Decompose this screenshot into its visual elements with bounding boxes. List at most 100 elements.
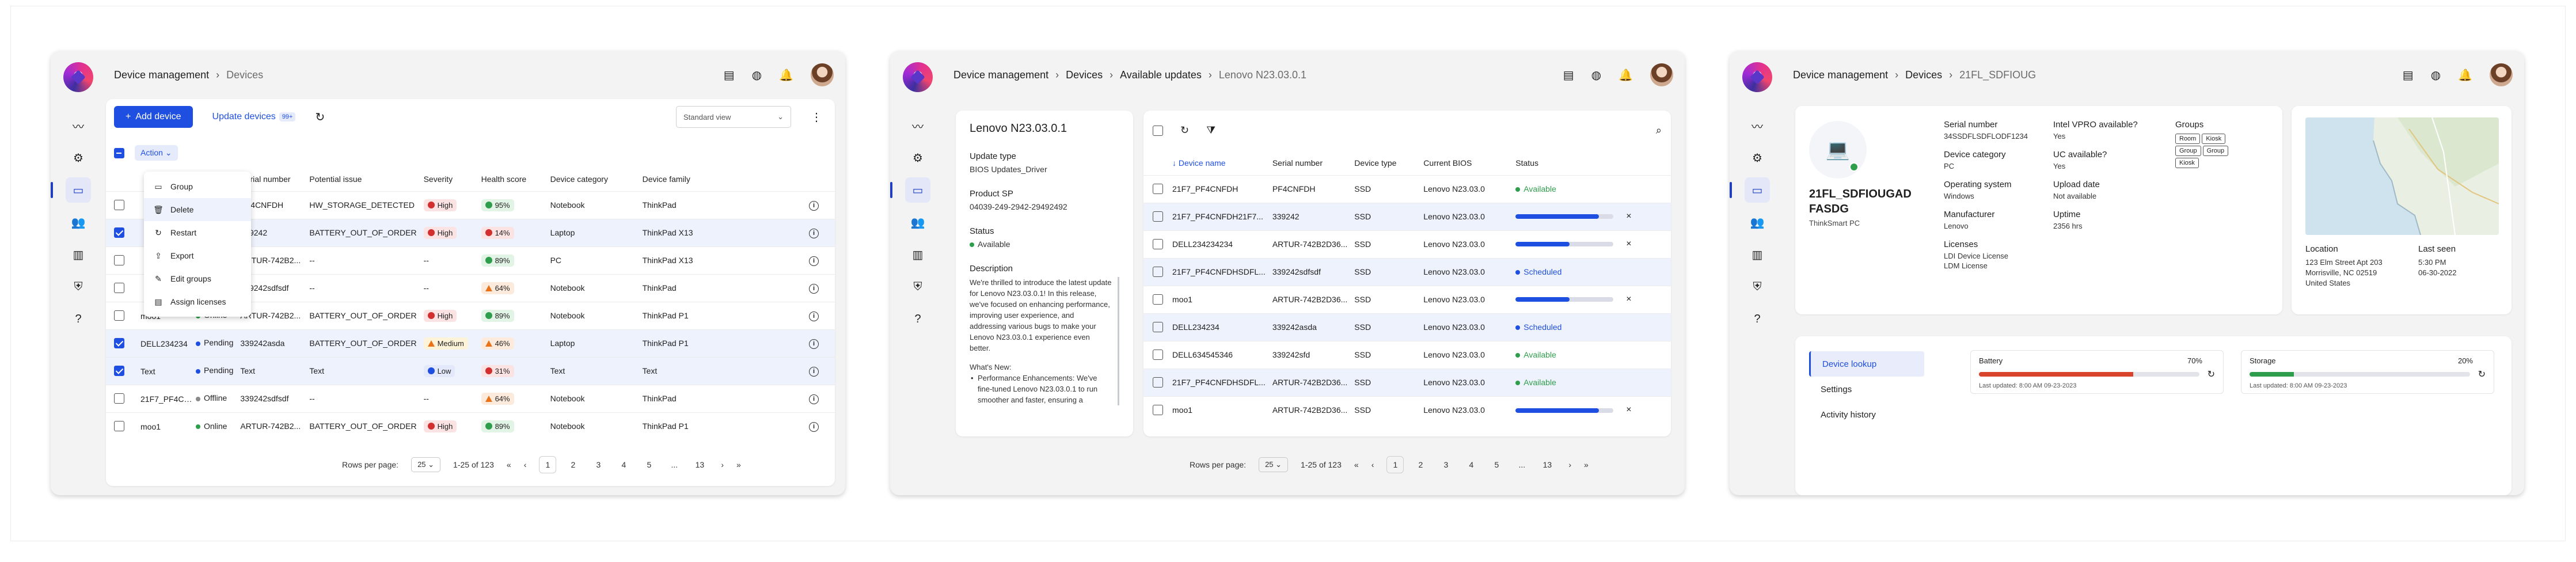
table-row[interactable]: DELL634545346 339242sfd SSD Lenovo N23.03.0… [1143,340,1671,369]
device-name[interactable]: 21F7_PF4CNFDH [1169,174,1269,203]
table-row[interactable]: moo1 ARTUR-742B2D36... SSD Lenovo N23.03.0 × [1143,396,1671,424]
select-all-checkbox[interactable] [114,147,124,158]
avatar[interactable] [2490,63,2513,86]
column-header[interactable]: ↓ Device name [1169,151,1269,175]
page-button[interactable]: ... [1513,456,1530,473]
table-row[interactable]: 21F7_PF4CNFDHSDFL... ARTUR-742B2D36... SSD… [1143,368,1671,396]
location-map[interactable] [2305,117,2499,235]
globe-icon[interactable]: ◍ [2431,68,2441,82]
bell-icon[interactable]: 🔔 [1618,68,1633,82]
device-name[interactable]: moo1 [1169,285,1269,313]
table-row[interactable]: 21F7_PF4CNFDHSDFL...Offline339242sdfsdf-… [106,384,835,412]
row-checkbox[interactable] [114,310,124,321]
column-header[interactable]: Device category [547,167,639,191]
analytics-icon[interactable]: 〰 [66,113,91,138]
alerts-icon[interactable]: ⚙ [905,145,930,170]
analytics-icon[interactable]: 〰 [905,113,930,138]
first-page-icon[interactable]: « [1354,460,1359,469]
row-checkbox[interactable] [114,227,124,238]
bell-icon[interactable]: 🔔 [2458,68,2472,82]
add-device-button[interactable]: + Add device [114,106,193,128]
devices-icon[interactable]: ▭ [1730,177,1770,203]
last-page-icon[interactable]: » [736,460,741,469]
column-header[interactable]: Serial number [1269,151,1351,175]
device-name[interactable]: 21F7_PF4CNFDHSDFL... [1169,368,1269,396]
reports-icon[interactable]: ▥ [66,242,91,267]
alerts-icon[interactable]: ⚙ [1745,145,1770,170]
device-name[interactable]: moo1 [140,422,196,431]
breadcrumb-item[interactable]: Devices [1066,69,1103,81]
chat-icon[interactable]: ▤ [724,68,735,82]
nav-device-lookup[interactable]: Device lookup [1809,351,1924,377]
app-logo-icon[interactable] [63,62,93,92]
update-devices-button[interactable]: Update devices 99+ [212,112,296,122]
row-checkbox[interactable] [1153,184,1163,195]
view-select[interactable]: Standard view ⌄ [676,106,791,128]
row-checkbox[interactable] [1153,350,1163,360]
breadcrumb-item[interactable]: Device management [953,69,1048,81]
table-row[interactable]: DELL234234234 ARTUR-742B2D36... SSD Lenovo … [1143,230,1671,258]
globe-icon[interactable]: ◍ [1591,68,1601,82]
table-row[interactable]: 21F7_PF4CNFDH21F7... 339242 SSD Lenovo N23.… [1143,202,1671,230]
row-checkbox[interactable] [114,421,124,432]
bell-icon[interactable]: 🔔 [779,68,793,82]
row-checkbox[interactable] [114,393,124,404]
prev-page-icon[interactable]: ‹ [524,460,527,469]
table-row[interactable]: DELL234234 339242asda SSD Lenovo N23.03.0 Sc… [1143,313,1671,341]
next-page-icon[interactable]: › [1568,460,1571,469]
cancel-icon[interactable]: × [1626,294,1631,304]
users-icon[interactable]: 👥 [905,210,930,235]
help-icon[interactable]: ? [66,306,91,332]
page-button[interactable]: 4 [615,456,632,473]
last-page-icon[interactable]: » [1584,460,1589,469]
info-icon[interactable]: i [809,394,819,404]
cancel-icon[interactable]: × [1626,239,1631,249]
row-checkbox[interactable] [114,366,124,377]
row-checkbox[interactable] [114,255,124,266]
column-header[interactable]: Potential issue [306,167,420,191]
info-icon[interactable]: i [809,283,819,294]
filter-icon[interactable]: ⧩ [1206,124,1215,136]
menu-item-export[interactable]: ⇪ Export [144,244,251,267]
chat-icon[interactable]: ▤ [1563,68,1574,82]
first-page-icon[interactable]: « [507,460,511,469]
row-checkbox[interactable] [1153,405,1163,416]
column-header[interactable]: Severity [420,167,478,191]
page-button[interactable]: 5 [1488,456,1505,473]
row-checkbox[interactable] [114,200,124,211]
row-checkbox[interactable] [114,338,124,349]
device-name[interactable]: DELL234234 [1169,313,1269,341]
column-header[interactable]: Health score [478,167,547,191]
device-name[interactable]: DELL634545346 [1169,340,1269,369]
device-name[interactable]: 21F7_PF4CNFDH21F7... [1169,202,1269,230]
users-icon[interactable]: 👥 [1745,210,1770,235]
column-header[interactable]: Current BIOS [1420,151,1512,175]
search-icon[interactable]: ⌕ [1656,124,1662,136]
page-button[interactable]: 5 [640,456,658,473]
row-checkbox[interactable] [1153,211,1163,222]
table-row[interactable]: Text Pending Text Text Low 31% Text Text i [106,356,835,385]
prev-page-icon[interactable]: ‹ [1371,460,1374,469]
column-header[interactable]: Status [1512,151,1671,175]
next-page-icon[interactable]: › [721,460,724,469]
row-checkbox[interactable] [1153,322,1163,333]
cancel-icon[interactable]: × [1626,405,1631,415]
menu-item-delete[interactable]: 🗑 Delete [144,198,251,221]
security-icon[interactable]: ⛨ [1745,274,1770,299]
table-row[interactable]: moo1 ARTUR-742B2D36... SSD Lenovo N23.03.0 × [1143,285,1671,313]
reports-icon[interactable]: ▥ [905,242,930,267]
row-checkbox[interactable] [1153,267,1163,278]
menu-item-assign-licenses[interactable]: ▤ Assign licenses [144,290,251,313]
page-button[interactable]: 1 [539,456,557,473]
row-checkbox[interactable] [114,283,124,294]
more-options-icon[interactable]: ⋮ [811,110,822,124]
info-icon[interactable]: i [809,311,819,321]
row-checkbox[interactable] [1153,377,1163,388]
row-checkbox[interactable] [1153,294,1163,305]
device-name[interactable]: moo1 [1169,396,1269,424]
refresh-icon[interactable]: ↻ [2208,369,2215,380]
security-icon[interactable]: ⛨ [905,274,930,299]
breadcrumb-item[interactable]: Devices [1905,69,1942,81]
app-logo-icon[interactable] [903,62,933,92]
alerts-icon[interactable]: ⚙ [66,145,91,170]
